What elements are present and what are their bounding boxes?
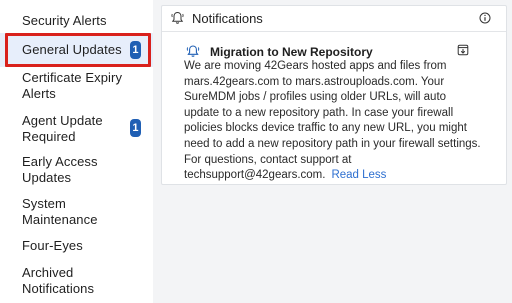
sidebar-item-label: Alerts	[22, 86, 56, 101]
sidebar-item-label: Maintenance	[22, 212, 98, 227]
panel-title: Notifications	[192, 11, 263, 26]
sidebar-item-label: Agent Update	[22, 113, 103, 128]
sidebar-item-four-eyes[interactable]: Four-Eyes	[0, 238, 153, 254]
bell-ring-icon	[186, 44, 200, 58]
panel-header: Notifications	[162, 6, 506, 32]
sidebar-item-early-access-updates[interactable]: Early Access Updates	[0, 154, 153, 186]
selection-highlight-box	[5, 33, 151, 67]
sidebar-item-label: System	[22, 196, 66, 211]
sidebar-item-certificate-expiry-alerts[interactable]: Certificate Expiry Alerts	[0, 70, 153, 102]
sidebar-item-agent-update-required[interactable]: Agent Update Required 1	[0, 113, 153, 145]
unread-count-badge: 1	[130, 119, 141, 137]
sidebar-item-label: Required	[22, 129, 76, 144]
info-icon[interactable]	[479, 12, 491, 24]
archive-download-icon[interactable]	[457, 44, 469, 56]
notification-category-sidebar: Security Alerts General Updates 1 Certif…	[0, 0, 153, 303]
sidebar-item-label: Early Access	[22, 154, 98, 169]
sidebar-item-label: Updates	[22, 170, 72, 185]
sidebar-item-label: Certificate Expiry	[22, 70, 123, 85]
sidebar-item-system-maintenance[interactable]: System Maintenance	[0, 196, 153, 228]
notification-body: We are moving 42Gears hosted apps and fi…	[184, 59, 484, 184]
notification-message: We are moving 42Gears hosted apps and fi…	[184, 60, 481, 182]
notification-title: Migration to New Repository	[210, 45, 373, 59]
sidebar-item-label: Archived	[22, 265, 74, 280]
sidebar-item-label: Four-Eyes	[22, 238, 83, 253]
notifications-panel: Notifications Migration to New Repositor…	[161, 5, 507, 185]
sidebar-item-security-alerts[interactable]: Security Alerts	[0, 13, 153, 29]
bell-icon	[171, 11, 184, 25]
sidebar-item-label: Security Alerts	[22, 13, 107, 28]
sidebar-item-label: Notifications	[22, 281, 95, 296]
sidebar-item-archived-notifications[interactable]: Archived Notifications	[0, 265, 153, 297]
read-less-link[interactable]: Read Less	[331, 169, 386, 181]
